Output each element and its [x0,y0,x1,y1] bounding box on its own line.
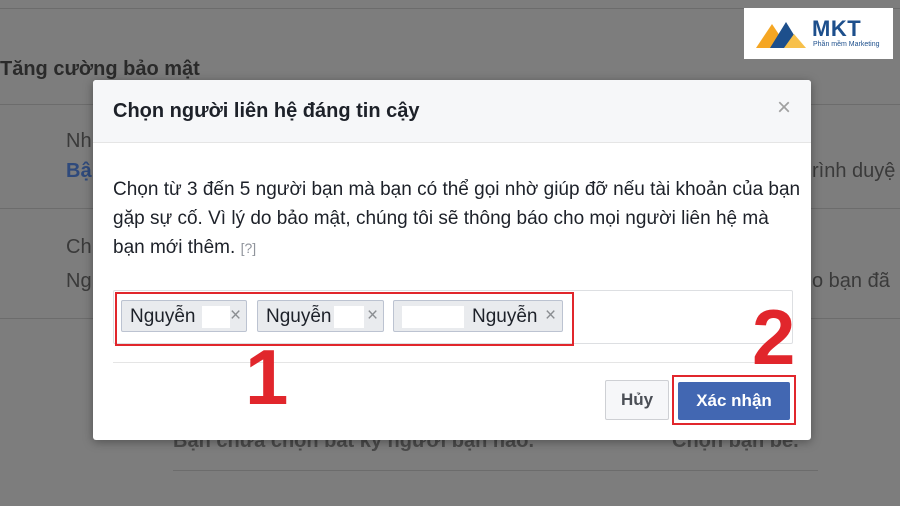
logo-name: MKT [812,16,862,41]
row-label: Ch [66,236,92,258]
help-link[interactable]: [?] [241,240,257,256]
row-link[interactable]: Bậ [66,160,92,183]
dialog-header: Chọn người liên hệ đáng tin cậy × [93,80,811,143]
section-title: Tăng cường bảo mật [0,58,200,80]
dialog-footer-divider [113,362,791,363]
logo-subtitle: Phần mềm Marketing [813,41,880,48]
dialog-description: Chọn từ 3 đến 5 người bạn mà bạn có thể … [113,175,803,263]
divider [173,470,818,471]
cancel-button[interactable]: Hủy [605,380,669,420]
step1-highlight-box [115,292,574,346]
close-icon[interactable]: × [777,96,791,120]
dialog-title: Chọn người liên hệ đáng tin cậy [113,100,420,122]
mkt-logo-icon [756,22,806,48]
step2-annotation: 2 [752,293,796,381]
step1-annotation: 1 [245,333,289,421]
brand-logo: MKT Phần mềm Marketing [744,8,893,59]
row-right-text: o bạn đã [812,270,890,292]
row-right-text: rình duyệ [812,160,896,182]
description-text: Chọn từ 3 đến 5 người bạn mà bạn có thể … [113,179,801,258]
trusted-contacts-dialog: Chọn người liên hệ đáng tin cậy × Chọn t… [93,80,811,440]
row-subtext: Ng [66,270,92,292]
confirm-button[interactable]: Xác nhận [678,382,790,420]
row-label: Nh [66,130,92,152]
